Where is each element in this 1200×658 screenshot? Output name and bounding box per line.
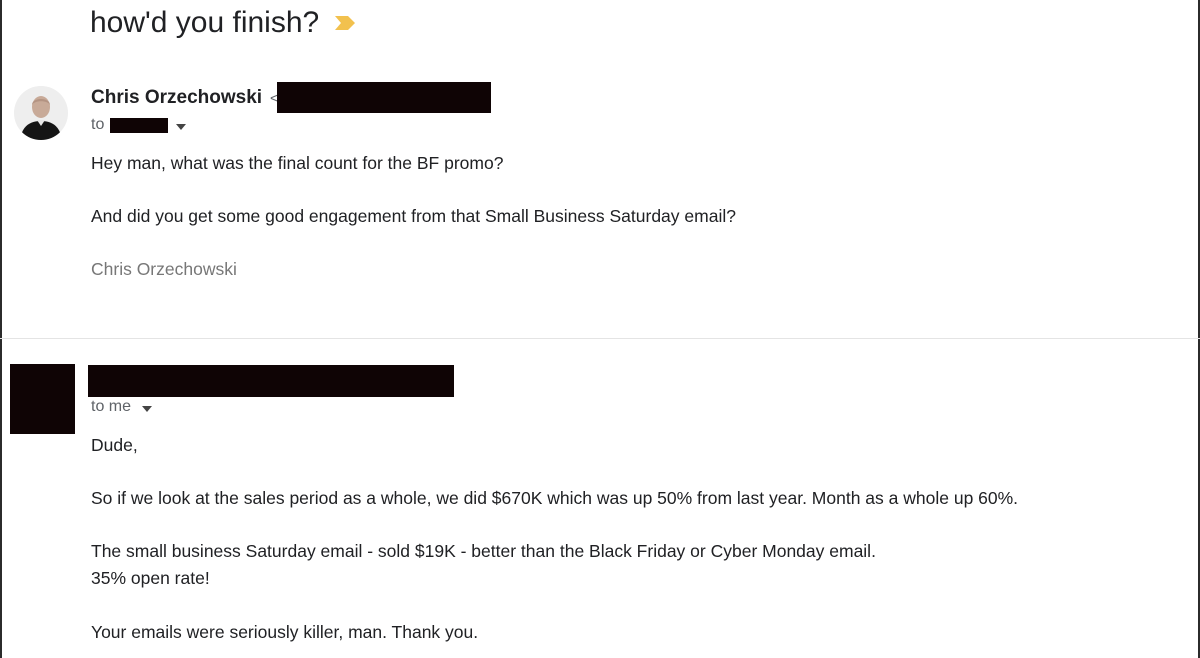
message1-signature: Chris Orzechowski: [91, 259, 237, 279]
message2-body-line: The small business Saturday email - sold…: [91, 541, 876, 561]
recipient-details-dropdown-icon[interactable]: [142, 406, 152, 412]
window-left-edge: [0, 0, 2, 658]
redacted-sender-name: [88, 365, 454, 397]
message1-body-line: Hey man, what was the final count for th…: [91, 153, 504, 173]
importance-marker-icon[interactable]: [333, 15, 357, 31]
message-divider: [0, 338, 1200, 339]
redacted-sender-email: [277, 82, 491, 113]
to-me-label: to me: [91, 398, 132, 415]
recipient-details-dropdown-icon[interactable]: [176, 124, 186, 130]
subject-row: how'd you finish?: [90, 6, 357, 40]
message2-body-line: 35% open rate!: [91, 568, 210, 588]
message2-body-line: Dude,: [91, 435, 138, 455]
redacted-sender-avatar[interactable]: [10, 364, 75, 434]
recipient-line: to: [91, 116, 104, 134]
sender-name[interactable]: Chris Orzechowski: [91, 87, 262, 109]
to-label: to: [91, 116, 105, 133]
message2-body-line: So if we look at the sales period as a w…: [91, 488, 1019, 508]
message1-body-line: And did you get some good engagement fro…: [91, 206, 736, 226]
message2-body-line: Your emails were seriously killer, man. …: [91, 622, 479, 642]
recipient-line: to me: [91, 398, 131, 416]
redacted-recipient: [110, 118, 168, 133]
email-subject: how'd you finish?: [90, 6, 320, 39]
sender-avatar[interactable]: [14, 86, 68, 140]
